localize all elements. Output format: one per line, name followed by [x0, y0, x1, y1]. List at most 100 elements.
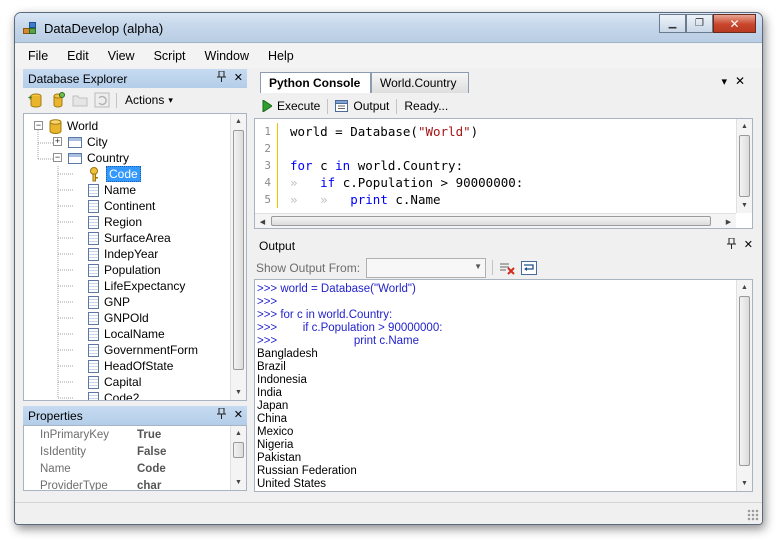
- tree-node-column[interactable]: Capital: [88, 374, 141, 390]
- property-row[interactable]: Name Code: [24, 460, 230, 477]
- restore-button[interactable]: ❐: [686, 14, 713, 33]
- property-row[interactable]: IsIdentity False: [24, 443, 230, 460]
- resize-grip-icon[interactable]: [747, 509, 759, 521]
- add-database-icon[interactable]: +: [28, 92, 44, 108]
- title-bar[interactable]: DataDevelop (alpha) ▁ ❐ ✕: [15, 13, 762, 43]
- close-icon[interactable]: ✕: [744, 238, 753, 252]
- scroll-up-icon[interactable]: ▲: [737, 119, 752, 134]
- property-value[interactable]: True: [134, 429, 161, 441]
- tree-node-column[interactable]: GovernmentForm: [88, 342, 198, 358]
- tree-node-column[interactable]: SurfaceArea: [88, 230, 171, 246]
- code-editor[interactable]: 1 world = Database("World") 2 3 for c in wor…: [254, 118, 753, 229]
- tree-node-table[interactable]: + City: [53, 134, 108, 150]
- tree-node-database[interactable]: − World: [34, 118, 98, 134]
- menu-help[interactable]: Help: [268, 49, 294, 63]
- status-bar: [15, 502, 762, 524]
- menu-file[interactable]: File: [28, 49, 48, 63]
- scroll-thumb[interactable]: [739, 296, 750, 466]
- tree-node-column[interactable]: Code: [88, 166, 141, 182]
- menu-edit[interactable]: Edit: [67, 49, 89, 63]
- refresh-icon[interactable]: [94, 92, 110, 108]
- output-result-line: Pakistan: [257, 451, 302, 464]
- tree-node-column[interactable]: LifeExpectancy: [88, 278, 185, 294]
- tree-node-column[interactable]: Name: [88, 182, 136, 198]
- tree-node-column[interactable]: LocalName: [88, 326, 165, 342]
- code-token: print: [350, 192, 388, 207]
- scroll-down-icon[interactable]: ▼: [231, 475, 246, 490]
- menu-window[interactable]: Window: [205, 49, 249, 63]
- close-icon[interactable]: ✕: [234, 408, 243, 422]
- collapse-icon[interactable]: −: [34, 121, 43, 130]
- tree-node-column[interactable]: Region: [88, 214, 142, 230]
- scroll-up-icon[interactable]: ▲: [231, 426, 246, 441]
- scroll-up-icon[interactable]: ▲: [231, 114, 246, 129]
- tab-world-country[interactable]: World.Country: [371, 72, 469, 93]
- code-line[interactable]: 4 » if c.Population > 90000000:: [255, 174, 736, 191]
- property-value[interactable]: char: [134, 480, 161, 491]
- scroll-left-icon[interactable]: ◀: [255, 214, 270, 228]
- database-tree[interactable]: − World + City − Country Code Name Continent Regi…: [23, 113, 247, 401]
- chevron-down-icon: ▾: [168, 94, 173, 105]
- scroll-down-icon[interactable]: ▼: [737, 476, 752, 491]
- output-echo-line: >>> for c in world.Country:: [257, 308, 393, 321]
- property-value[interactable]: Code: [134, 463, 166, 475]
- properties-vertical-scrollbar[interactable]: ▲ ▼: [230, 426, 246, 490]
- tree-node-table[interactable]: − Country: [53, 150, 129, 166]
- tree-node-column[interactable]: HeadOfState: [88, 358, 173, 374]
- tree-node-column[interactable]: IndepYear: [88, 246, 158, 262]
- primary-key-icon: [90, 166, 98, 181]
- pin-icon[interactable]: [726, 237, 736, 252]
- properties-grid[interactable]: InPrimaryKey True IsIdentity False Name …: [23, 425, 247, 491]
- output-source-select[interactable]: ▼: [366, 257, 487, 278]
- close-icon[interactable]: ✕: [234, 71, 243, 85]
- output-result-line: China: [257, 412, 288, 425]
- tab-python-console[interactable]: Python Console: [260, 72, 371, 93]
- property-row[interactable]: InPrimaryKey True: [24, 426, 230, 443]
- scroll-down-icon[interactable]: ▼: [231, 385, 246, 400]
- scroll-right-icon[interactable]: ▶: [721, 214, 736, 228]
- pin-icon[interactable]: [216, 70, 226, 85]
- tree-node-column[interactable]: GNP: [88, 294, 130, 310]
- scroll-thumb[interactable]: [233, 130, 244, 370]
- execute-button[interactable]: Execute: [262, 99, 320, 113]
- output-vertical-scrollbar[interactable]: ▲ ▼: [736, 280, 752, 491]
- pin-icon[interactable]: [216, 407, 226, 422]
- property-row[interactable]: ProviderType char: [24, 477, 230, 491]
- code-line[interactable]: 3 for c in world.Country:: [255, 157, 736, 174]
- clear-all-icon[interactable]: [499, 261, 515, 275]
- close-icon[interactable]: ✕: [735, 74, 745, 88]
- editor-vertical-scrollbar[interactable]: ▲ ▼: [736, 119, 752, 213]
- tree-node-column[interactable]: GNPOld: [88, 310, 149, 326]
- minimize-button[interactable]: ▁: [659, 14, 686, 33]
- tree-vertical-scrollbar[interactable]: ▲ ▼: [230, 114, 246, 400]
- tree-node-column[interactable]: Code2: [88, 390, 139, 400]
- scroll-down-icon[interactable]: ▼: [737, 198, 752, 213]
- code-line[interactable]: 1 world = Database("World"): [255, 123, 736, 140]
- scroll-thumb[interactable]: [271, 216, 711, 226]
- tree-node-column[interactable]: Continent: [88, 198, 155, 214]
- collapse-icon[interactable]: −: [53, 153, 62, 162]
- scroll-thumb[interactable]: [233, 442, 244, 458]
- tab-list-icon[interactable]: ▾: [721, 75, 727, 88]
- new-database-icon[interactable]: [50, 92, 66, 108]
- folder-icon[interactable]: [72, 92, 88, 108]
- tree-node-label: LifeExpectancy: [104, 279, 186, 293]
- code-line[interactable]: 2: [255, 140, 736, 157]
- expand-icon[interactable]: +: [53, 137, 62, 146]
- execute-label: Execute: [277, 99, 321, 113]
- actions-dropdown[interactable]: Actions ▾: [125, 93, 173, 107]
- property-value[interactable]: False: [134, 446, 166, 458]
- tree-node-column[interactable]: Population: [88, 262, 161, 278]
- code-line[interactable]: 5 » » print c.Name: [255, 191, 736, 208]
- menu-script[interactable]: Script: [154, 49, 186, 63]
- close-button[interactable]: ✕: [713, 14, 756, 33]
- word-wrap-icon[interactable]: [521, 260, 538, 275]
- column-icon: [88, 183, 99, 197]
- menu-view[interactable]: View: [108, 49, 135, 63]
- scroll-thumb[interactable]: [739, 135, 750, 197]
- scroll-up-icon[interactable]: ▲: [737, 280, 752, 295]
- editor-horizontal-scrollbar[interactable]: ◀ ▶: [255, 213, 736, 228]
- change-gutter: [277, 191, 278, 208]
- output-button[interactable]: Output: [335, 99, 389, 113]
- output-text[interactable]: >>> world = Database("World") >>> >>> for …: [254, 279, 753, 492]
